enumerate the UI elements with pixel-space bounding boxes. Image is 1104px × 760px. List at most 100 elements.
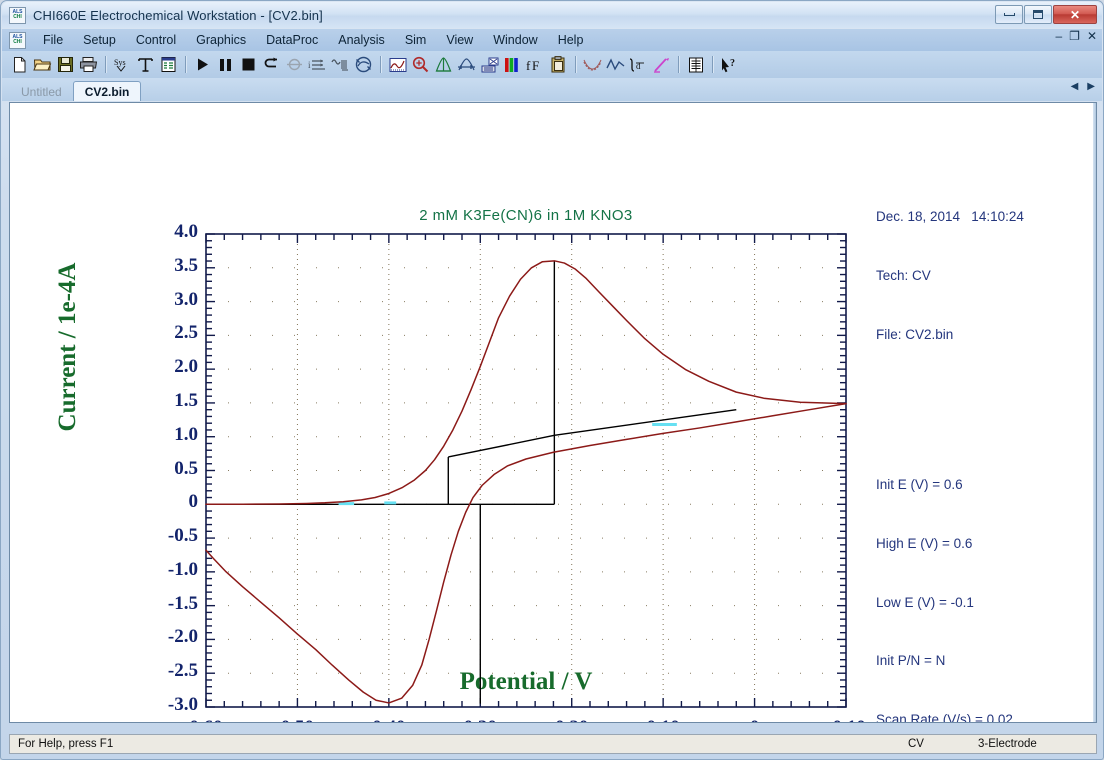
info-datetime: Dec. 18, 2014 14:10:24: [876, 207, 1086, 227]
reverse-icon[interactable]: [260, 53, 283, 76]
maximize-icon: [1033, 10, 1043, 19]
window-controls: ✕: [995, 5, 1097, 24]
param-high-e: High E (V) = 0.6: [876, 534, 1086, 554]
svg-text:?: ?: [730, 58, 735, 69]
new-file-icon[interactable]: [8, 53, 31, 76]
y-tick-label: -0.5: [168, 525, 198, 547]
label-box-icon[interactable]: [478, 53, 501, 76]
mdi-minimize-icon[interactable]: –: [1055, 31, 1062, 42]
noise-filter-icon[interactable]: [329, 53, 352, 76]
y-tick-label: 2.5: [174, 322, 198, 344]
window-title: CHI660E Electrochemical Workstation - [C…: [33, 8, 323, 23]
mdi-window-controls: – ❐ ✕: [1055, 31, 1097, 42]
color-bars-icon[interactable]: [501, 53, 524, 76]
system-setup-icon[interactable]: Sys: [111, 53, 134, 76]
pause-icon[interactable]: [214, 53, 237, 76]
maximize-button[interactable]: [1024, 5, 1052, 24]
impedance-icon[interactable]: [352, 53, 375, 76]
save-disk-icon[interactable]: [54, 53, 77, 76]
menu-item-sim[interactable]: Sim: [396, 31, 436, 49]
y-tick-label: -2.0: [168, 626, 198, 648]
ir-compensation-icon[interactable]: i: [306, 53, 329, 76]
peak-search-icon[interactable]: [455, 53, 478, 76]
help-pointer-icon[interactable]: ?: [718, 53, 741, 76]
derivative-icon[interactable]: [604, 53, 627, 76]
svg-text:i: i: [308, 60, 311, 70]
peak-define-icon[interactable]: [432, 53, 455, 76]
svg-text:Sys: Sys: [114, 58, 126, 67]
menu-item-setup[interactable]: Setup: [74, 31, 125, 49]
tab-scroll-left-icon[interactable]: ◀: [1071, 81, 1079, 92]
mdi-restore-icon[interactable]: ❐: [1069, 31, 1080, 42]
menu-item-control[interactable]: Control: [127, 31, 185, 49]
x-tick-label: 0.10: [618, 717, 708, 723]
tab-cv2-bin[interactable]: CV2.bin: [73, 81, 142, 101]
data-list-icon[interactable]: [157, 53, 180, 76]
svg-text:f: f: [526, 58, 531, 73]
toolbar-separator: [380, 56, 381, 73]
x-tick-label: 0.50: [252, 717, 342, 723]
toolbar-separator: [575, 56, 576, 73]
menu-item-file[interactable]: File: [34, 31, 72, 49]
tab-scroll-buttons: ◀ ▶: [1071, 81, 1095, 92]
status-hint: For Help, press F1: [18, 738, 908, 750]
document-tab-strip: Untitled CV2.bin: [2, 78, 1102, 101]
y-tick-label: -1.0: [168, 559, 198, 581]
y-tick-label: 1.0: [174, 424, 198, 446]
menu-item-view[interactable]: View: [437, 31, 482, 49]
run-play-icon[interactable]: [191, 53, 214, 76]
integral-icon[interactable]: d: [627, 53, 650, 76]
y-tick-label: 0.5: [174, 458, 198, 480]
y-tick-label: 2.0: [174, 356, 198, 378]
cv-plot[interactable]: 2 mM K3Fe(CN)6 in 1M KNO3 Current / 1e-4…: [10, 103, 1096, 722]
print-icon[interactable]: [77, 53, 100, 76]
mdi-chi-logo-icon: ALS CHI: [9, 32, 26, 49]
minimize-button[interactable]: [995, 5, 1023, 24]
open-circuit-icon[interactable]: [283, 53, 306, 76]
open-folder-icon[interactable]: [31, 53, 54, 76]
graph-overlay-icon[interactable]: [386, 53, 409, 76]
info-parameters-group: Init E (V) = 0.6 High E (V) = 0.6 Low E …: [876, 436, 1086, 723]
baseline-icon[interactable]: [650, 53, 673, 76]
font-icon[interactable]: fF: [524, 53, 547, 76]
zoom-in-icon[interactable]: [409, 53, 432, 76]
tab-scroll-right-icon[interactable]: ▶: [1087, 81, 1095, 92]
y-tick-label: 3.0: [174, 289, 198, 311]
menu-item-help[interactable]: Help: [549, 31, 593, 49]
chi-logo-bottom: CHI: [13, 15, 22, 20]
param-init-pn: Init P/N = N: [876, 651, 1086, 671]
y-tick-label: -3.0: [168, 694, 198, 716]
smooth-icon[interactable]: [581, 53, 604, 76]
close-button[interactable]: ✕: [1053, 5, 1097, 24]
info-technique: Tech: CV: [876, 266, 1086, 286]
y-tick-label: -2.5: [168, 660, 198, 682]
menu-bar: ALS CHI File Setup Control Graphics Data…: [2, 29, 1102, 51]
x-tick-label: 0: [710, 717, 800, 723]
y-tick-label: 1.5: [174, 390, 198, 412]
toolbar-separator: [678, 56, 679, 73]
x-tick-label: 0.60: [161, 717, 251, 723]
experiment-info-panel: Dec. 18, 2014 14:10:24 Tech: CV File: CV…: [876, 129, 1086, 723]
x-tick-label: 0.30: [435, 717, 525, 723]
close-icon: ✕: [1070, 8, 1080, 22]
menu-item-analysis[interactable]: Analysis: [329, 31, 394, 49]
title-bar: ALS CHI CHI660E Electrochemical Workstat…: [2, 2, 1102, 28]
toolbar-separator: [712, 56, 713, 73]
status-electrode: 3-Electrode: [978, 738, 1088, 750]
application-window: ALS CHI CHI660E Electrochemical Workstat…: [0, 0, 1104, 760]
mdi-close-icon[interactable]: ✕: [1087, 31, 1097, 42]
x-tick-label: 0.20: [527, 717, 617, 723]
copy-clipboard-icon[interactable]: [547, 53, 570, 76]
document-client-area: 2 mM K3Fe(CN)6 in 1M KNO3 Current / 1e-4…: [9, 102, 1097, 723]
stop-icon[interactable]: [237, 53, 260, 76]
menu-item-window[interactable]: Window: [484, 31, 546, 49]
info-header-group: Dec. 18, 2014 14:10:24 Tech: CV File: CV…: [876, 168, 1086, 384]
tab-untitled[interactable]: Untitled: [10, 82, 73, 101]
text-label-icon[interactable]: [134, 53, 157, 76]
menu-item-dataproc[interactable]: DataProc: [257, 31, 327, 49]
chi-logo-icon: ALS CHI: [9, 7, 26, 24]
report-icon[interactable]: [684, 53, 707, 76]
document-scrollbar[interactable]: [1093, 103, 1096, 722]
menu-item-graphics[interactable]: Graphics: [187, 31, 255, 49]
param-scan-rate: Scan Rate (V/s) = 0.02: [876, 710, 1086, 723]
